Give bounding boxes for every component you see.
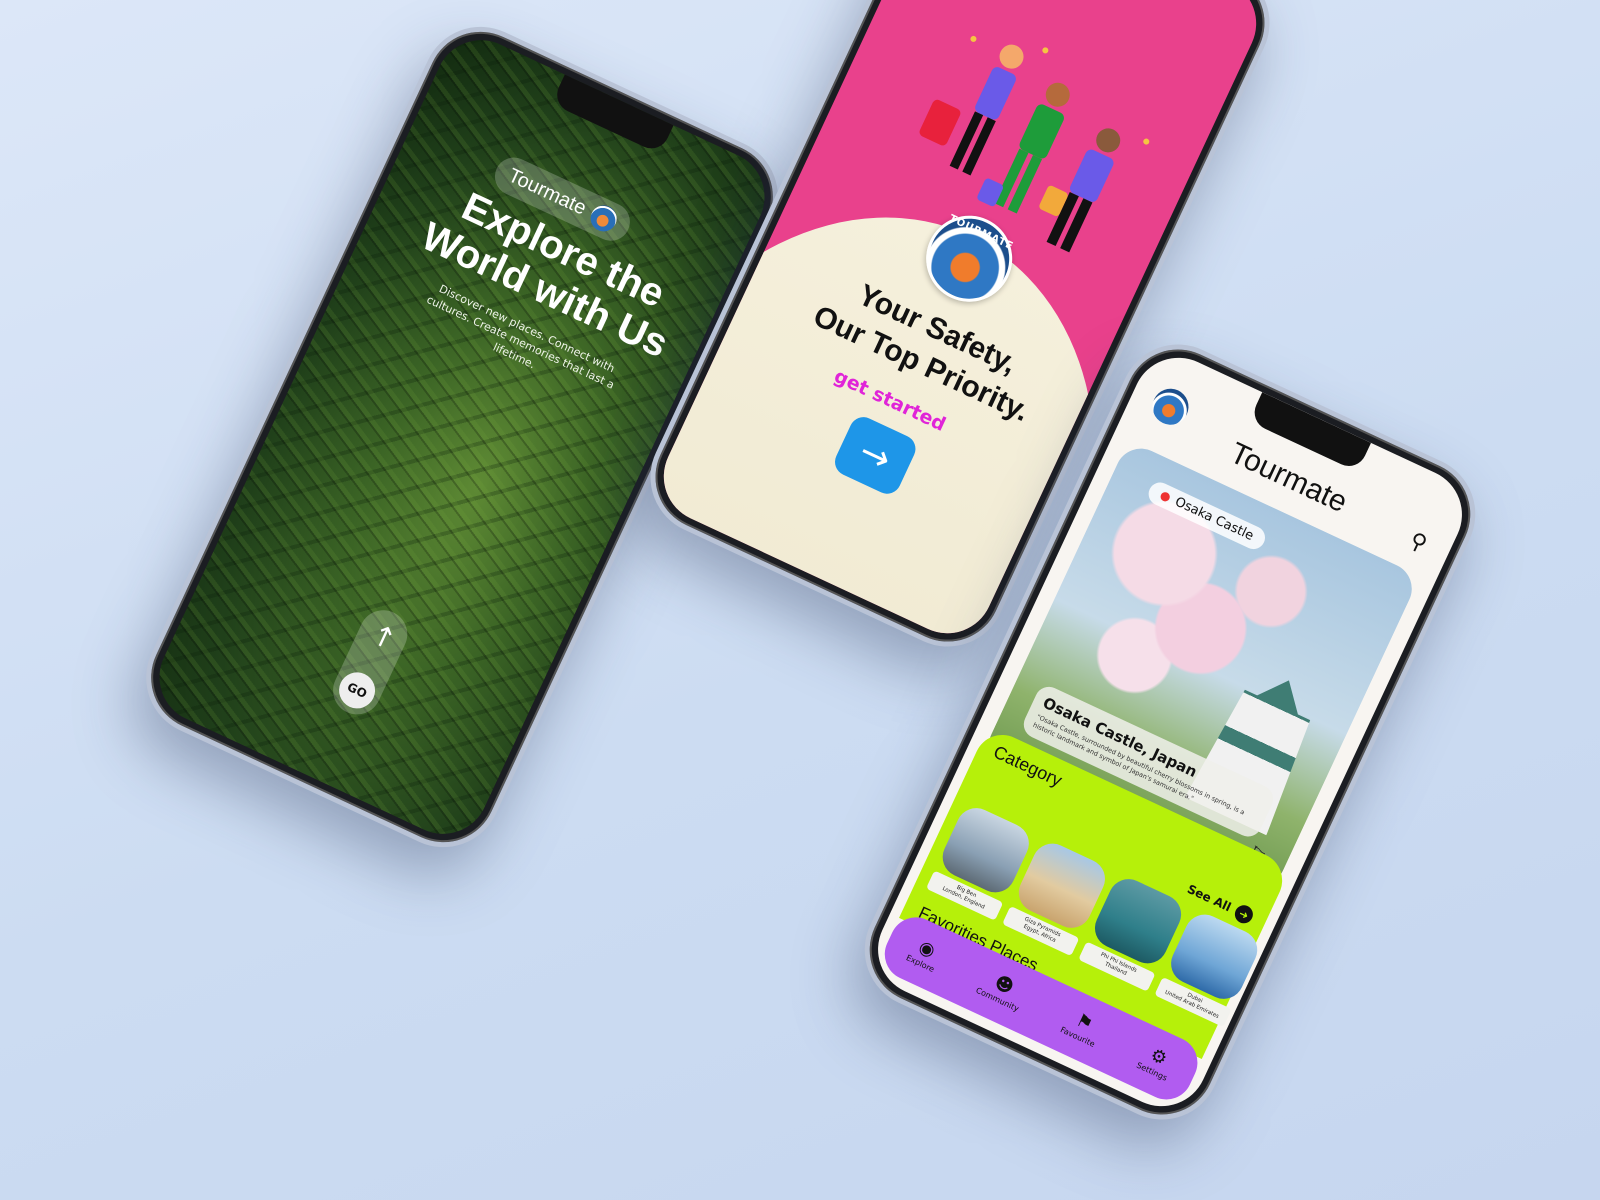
go-button[interactable]: GO	[333, 666, 381, 715]
tourmate-logo-icon	[586, 201, 622, 236]
go-slider[interactable]: ↑ GO	[325, 602, 416, 723]
arrow-up-icon: ↑	[366, 617, 402, 658]
location-pin-icon: ●	[1157, 487, 1174, 505]
location-chip: ● Osaka Castle	[1144, 478, 1269, 553]
nav-favourite[interactable]: ⚑ Favourite	[1059, 1007, 1105, 1048]
arrow-right-icon: ➜	[1231, 902, 1256, 927]
nav-community[interactable]: ☻ Community	[975, 967, 1029, 1013]
nav-settings[interactable]: ⚙ Settings	[1135, 1042, 1177, 1082]
nav-explore[interactable]: ◉ Explore	[905, 935, 944, 974]
arrow-right-icon: →	[852, 430, 898, 481]
location-label: Osaka Castle	[1172, 494, 1256, 544]
